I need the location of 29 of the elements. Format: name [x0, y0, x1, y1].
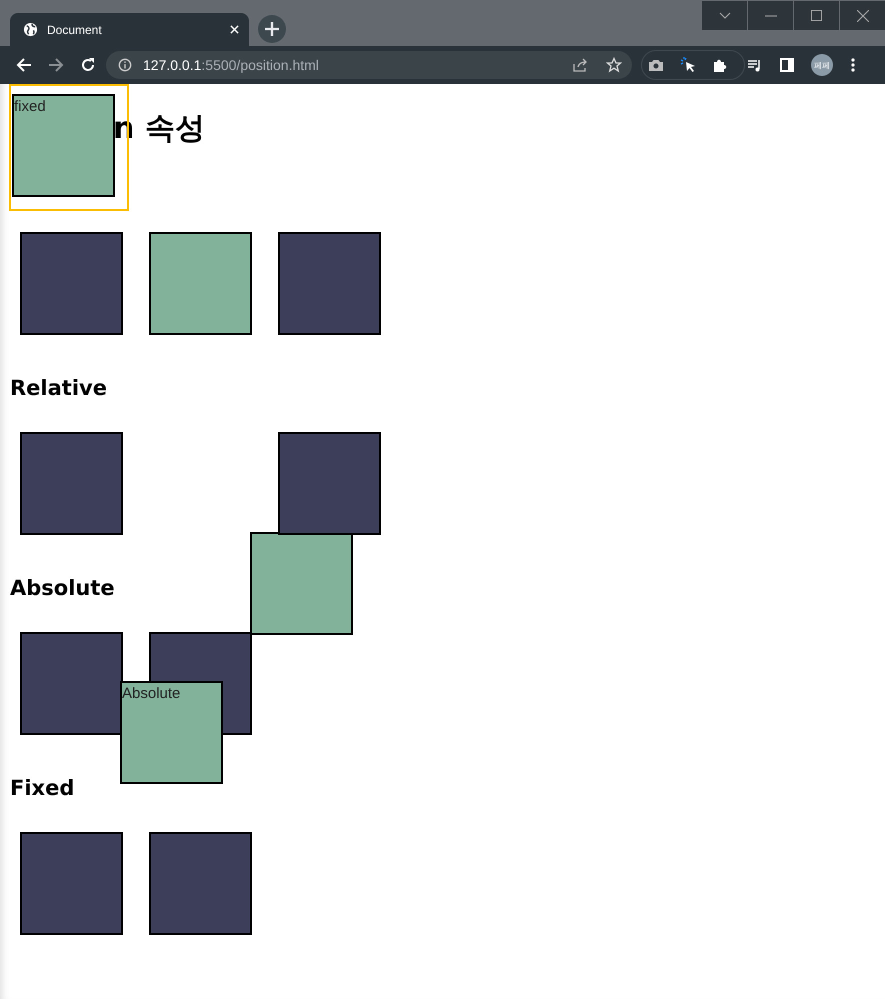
close-window-button[interactable]: [840, 1, 885, 30]
playlist-icon[interactable]: [747, 57, 763, 73]
maximize-icon[interactable]: [811, 10, 822, 21]
puzzle-icon[interactable]: [712, 57, 728, 73]
tab-title: Document: [47, 22, 103, 36]
browser-tab[interactable]: Document: [10, 13, 249, 46]
minimize-icon[interactable]: [764, 14, 776, 16]
chevron-down-icon[interactable]: [718, 12, 730, 20]
reload-icon[interactable]: [80, 57, 96, 73]
info-icon: [118, 58, 132, 72]
cursor-icon[interactable]: [680, 57, 696, 73]
star-icon[interactable]: [606, 57, 622, 73]
close-icon[interactable]: [856, 10, 868, 22]
section-heading: Relative: [10, 375, 107, 401]
camera-icon[interactable]: [648, 57, 664, 73]
side-panel-icon[interactable]: [779, 57, 795, 73]
plus-icon[interactable]: [265, 22, 279, 36]
box-label: Absolute: [122, 685, 180, 702]
share-icon[interactable]: [572, 57, 588, 73]
section-heading: Fixed: [10, 775, 74, 801]
forward-icon[interactable]: [48, 57, 64, 73]
address-bar[interactable]: 127.0.0.1:5500/position.html: [106, 51, 632, 79]
maximize-button[interactable]: [794, 1, 839, 30]
new-tab-button[interactable]: [258, 15, 286, 43]
url-text: 127.0.0.1:5500/position.html: [143, 57, 320, 73]
globe-icon: [23, 22, 38, 37]
box-label: fixed: [14, 98, 46, 115]
back-icon[interactable]: [16, 57, 32, 73]
section-heading: Absolute: [10, 575, 115, 601]
